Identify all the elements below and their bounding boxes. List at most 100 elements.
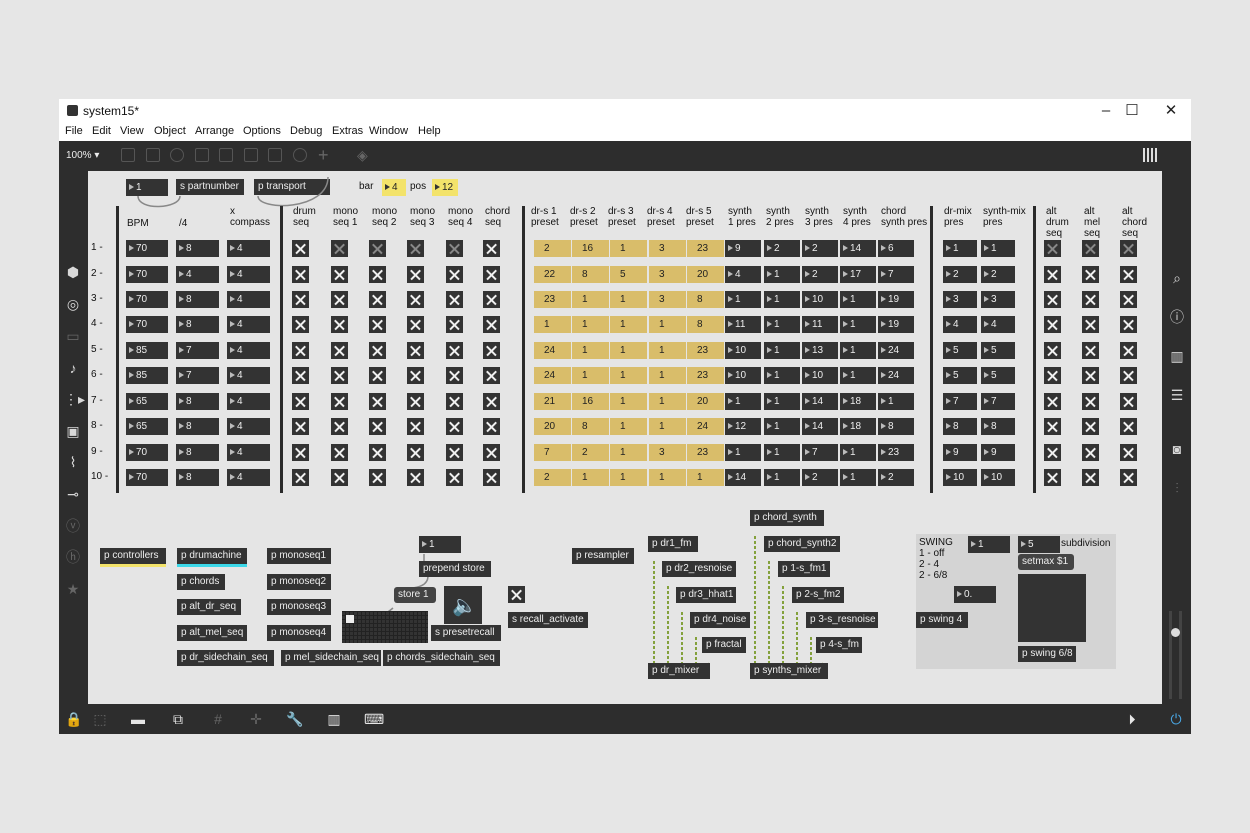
menu-debug[interactable]: Debug [290,125,322,137]
subdivision-number-box[interactable]: 5 [1018,536,1060,553]
swing-slider[interactable] [1018,574,1086,642]
minimize-button[interactable]: – [1093,102,1119,120]
swing68-object[interactable]: p swing 6/8 [1018,646,1076,662]
message-icon[interactable]: ▬ [129,710,147,728]
store-message[interactable]: store 1 [394,587,436,603]
help-circle-icon[interactable]: ⓗ [64,548,82,566]
dr-mixer-object[interactable]: p dr_mixer [648,663,710,679]
new-message-icon[interactable] [146,148,160,162]
dr2-resnoise-object[interactable]: p dr2_resnoise [662,561,736,577]
resampler-object[interactable]: p resampler [572,548,634,564]
monoseq2-object[interactable]: p monoseq2 [267,574,331,590]
chord-synth-object[interactable]: p chord_synth [750,510,824,526]
power-icon[interactable]: ⏻ [1167,710,1185,728]
synth3-resnoise-object[interactable]: p 3-s_resnoise [806,612,878,628]
piano-icon[interactable]: ▥ [325,710,343,728]
monoseq1-object[interactable]: p monoseq1 [267,548,331,564]
comment-icon[interactable] [170,148,184,162]
add-icon[interactable]: + [318,145,329,166]
button-object-icon[interactable] [219,148,233,162]
speaker-icon[interactable]: 🔈 [444,586,482,624]
mixer-icon[interactable]: ⫶ [1168,479,1186,497]
camera-icon[interactable]: ◙ [1168,440,1186,458]
preset-object[interactable] [342,611,428,643]
star-icon[interactable]: ★ [64,580,82,598]
swing-label: SWING 1 - off 2 - 4 2 - 6/8 [919,537,953,581]
swing4-object[interactable]: p swing 4 [916,612,968,628]
dial-object-icon[interactable] [293,148,307,162]
preset-number-box[interactable]: 1 [419,536,461,553]
menu-view[interactable]: View [120,125,144,137]
alt-mel-seq-object[interactable]: p alt_mel_seq [177,625,247,641]
menu-arrange[interactable]: Arrange [195,125,234,137]
dr3-hhat1-object[interactable]: p dr3_hhat1 [676,587,736,603]
menu-file[interactable]: File [65,125,83,137]
menu-edit[interactable]: Edit [92,125,111,137]
alt-dr-seq-object[interactable]: p alt_dr_seq [177,599,241,615]
snap-icon[interactable]: ✛ [247,710,265,728]
keyboard-icon[interactable]: ⌨ [364,710,384,728]
menu-object[interactable]: Object [154,125,186,137]
toggle-object-icon[interactable] [195,148,209,162]
send-recall-activate-object[interactable]: s recall_activate [508,612,588,628]
music-note-icon[interactable]: ♪ [64,359,82,377]
menu-help[interactable]: Help [418,125,441,137]
number-object-icon[interactable] [244,148,258,162]
grid-icon[interactable]: # [209,710,227,728]
wrench-icon[interactable]: 🔧 [286,710,304,728]
send-presetrecall-object[interactable]: s presetrecall [431,625,501,641]
drumachine-object[interactable]: p drumachine [177,548,247,567]
recall-toggle[interactable] [508,586,525,603]
volume-meter-left [1169,611,1172,699]
search-icon[interactable]: ⌕ [1168,269,1186,287]
close-button[interactable]: ✕ [1158,102,1184,120]
chord-synth2-object[interactable]: p chord_synth2 [764,536,840,552]
layers-icon[interactable]: ⧉ [169,710,187,728]
presentation-mode-icon[interactable]: ⬚ [91,710,109,728]
play-circle-icon[interactable]: ⏵ [1123,710,1141,728]
menu-extras[interactable]: Extras [332,125,363,137]
new-object-icon[interactable] [121,148,135,162]
target-icon[interactable]: ◎ [64,295,82,313]
grid-view-icon[interactable] [1143,148,1159,162]
image-icon[interactable]: ▣ [64,422,82,440]
sequencer-icon[interactable]: ⋮▸ [64,390,85,408]
list-icon[interactable]: ☰ [1168,386,1186,404]
swing-panel: SWING 1 - off 2 - 4 2 - 6/8 1 0. p swing… [916,534,1116,669]
dr4-noise-object[interactable]: p dr4_noise [690,612,750,628]
dr-sidechain-seq-object[interactable]: p dr_sidechain_seq [177,650,274,666]
dr1-fm-object[interactable]: p dr1_fm [648,536,698,552]
chords-sidechain-seq-object[interactable]: p chords_sidechain_seq [383,650,500,666]
swing-float-box[interactable]: 0. [954,586,996,603]
columns-icon[interactable]: ▥ [1168,347,1186,365]
fractal-object[interactable]: p fractal [702,637,746,653]
monoseq4-object[interactable]: p monoseq4 [267,625,331,641]
menu-window[interactable]: Window [369,125,408,137]
synth2-fm2-object[interactable]: p 2-s_fm2 [792,587,844,603]
synth4-fm-object[interactable]: p 4-s_fm [816,637,862,653]
synths-mixer-object[interactable]: p synths_mixer [750,663,828,679]
prepend-store-object[interactable]: prepend store [419,561,491,577]
synth1-fm1-object[interactable]: p 1-s_fm1 [778,561,830,577]
vst-icon[interactable]: ⓥ [64,517,82,535]
monoseq3-object[interactable]: p monoseq3 [267,599,331,615]
mel-sidechain-seq-object[interactable]: p mel_sidechain_seq [281,650,381,666]
cube-icon[interactable]: ⬢ [64,263,82,281]
plug-icon[interactable]: ⊸ [64,485,82,503]
preset-slot-active [346,615,354,623]
volume-slider-handle[interactable] [1171,628,1180,637]
lock-icon[interactable]: 🔒 [65,710,83,728]
paperclip-icon[interactable]: ⌇ [64,453,82,471]
slider-object-icon[interactable] [268,148,282,162]
info-icon[interactable]: ⓘ [1168,308,1186,326]
maximize-button[interactable]: ☐ [1119,102,1145,120]
swing-number-box[interactable]: 1 [968,536,1010,553]
menu-options[interactable]: Options [243,125,281,137]
chords-object[interactable]: p chords [177,574,225,590]
setmax-message[interactable]: setmax $1 [1018,554,1074,570]
window-title: system15* [83,104,140,118]
zoom-level[interactable]: 100% ▾ [66,150,99,161]
paint-bucket-icon[interactable]: ◈ [357,147,368,164]
clipboard-icon[interactable]: ▭ [64,327,82,345]
controllers-object[interactable]: p controllers [100,548,166,567]
